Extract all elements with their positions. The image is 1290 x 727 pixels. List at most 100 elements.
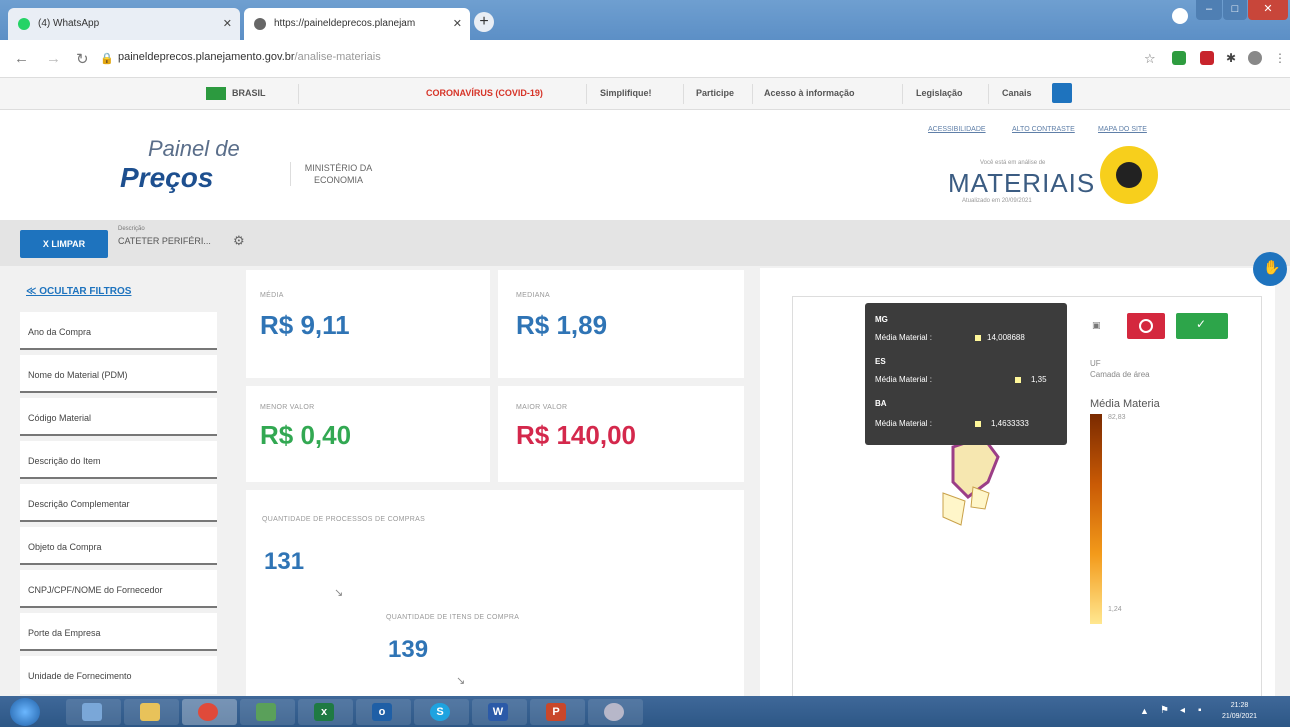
whatsapp-icon: [18, 18, 30, 30]
close-icon[interactable]: ✕: [223, 17, 232, 30]
close-icon[interactable]: ✕: [453, 17, 462, 30]
clear-filters-button[interactable]: X LIMPAR: [20, 230, 108, 258]
taskbar-app-outlook[interactable]: o: [356, 699, 411, 725]
divider: [683, 84, 684, 104]
browser-tab-bar: (4) WhatsApp ✕ https://paineldeprecos.pl…: [0, 0, 1290, 40]
new-tab-button[interactable]: +: [474, 12, 494, 32]
menor-valor-label: MENOR VALOR: [260, 404, 315, 411]
site-map-link[interactable]: MAPA DO SITE: [1098, 126, 1147, 133]
taskbar-app-explorer[interactable]: [66, 699, 121, 725]
profile-icon[interactable]: [1172, 8, 1188, 24]
divider: [752, 84, 753, 104]
filter-descricao-item[interactable]: Descrição do Item: [20, 441, 217, 479]
legend-max: 82,83: [1108, 414, 1126, 421]
accessibility-icon[interactable]: [1052, 83, 1072, 103]
menu-icon[interactable]: ⋮: [1274, 51, 1286, 65]
avatar[interactable]: [1248, 51, 1262, 65]
close-icon: [1139, 319, 1153, 333]
filter-fornecedor[interactable]: CNPJ/CPF/NOME do Fornecedor: [20, 570, 217, 608]
divider: [902, 84, 903, 104]
legend-swatch: [975, 335, 981, 341]
gov-brasil-link[interactable]: BRASIL: [232, 88, 266, 98]
start-button[interactable]: [10, 698, 40, 726]
theme-sun-icon[interactable]: [1100, 146, 1158, 204]
maximize-button[interactable]: □: [1223, 0, 1247, 20]
taskbar-app-network[interactable]: [240, 699, 295, 725]
extensions-icon[interactable]: ✱: [1226, 51, 1236, 65]
map-tooltip: MG Média Material : 14,008688 ES Média M…: [865, 303, 1067, 445]
brazil-flag-icon: [206, 87, 226, 100]
confirm-selection-button[interactable]: ✓: [1176, 313, 1228, 339]
filter-porte-empresa[interactable]: Porte da Empresa: [20, 613, 217, 651]
region-rj[interactable]: [970, 486, 990, 510]
tooltip-label: Média Material :: [875, 419, 932, 428]
gov-covid-link[interactable]: CORONAVÍRUS (COVID-19): [426, 88, 543, 98]
taskbar-app-chrome[interactable]: [182, 699, 237, 725]
pdf-icon[interactable]: [1200, 51, 1214, 65]
gov-canais-link[interactable]: Canais: [1002, 88, 1032, 98]
taskbar-app-skype[interactable]: S: [414, 699, 469, 725]
reload-icon[interactable]: ↻: [76, 50, 89, 68]
filter-nome-material[interactable]: Nome do Material (PDM): [20, 355, 217, 393]
gov-legislacao-link[interactable]: Legislação: [916, 88, 963, 98]
active-filters-bar: X LIMPAR Descrição CATETER PERIFÉRI... ⚙: [0, 220, 1290, 266]
tooltip-value: 14,008688: [987, 333, 1025, 342]
tray-arrow-icon[interactable]: ▲: [1140, 706, 1149, 716]
pie-icon: [1116, 162, 1142, 188]
map-menu-icon[interactable]: ▣: [1092, 320, 1101, 331]
taskbar-app-word[interactable]: W: [472, 699, 527, 725]
accessibility-fab[interactable]: ✋: [1253, 252, 1287, 286]
ministry-line1: MINISTÉRIO DA: [304, 163, 373, 173]
taskbar-app-excel[interactable]: x: [298, 699, 353, 725]
arrow-down-right-icon: ↘: [334, 587, 344, 599]
legend-uf-label: UF: [1090, 359, 1101, 368]
address-bar: ← → ↻ 🔒 paineldeprecos.planejamento.gov.…: [0, 40, 1290, 78]
taskbar-app-powerpoint[interactable]: P: [530, 699, 585, 725]
filter-unidade-fornecimento[interactable]: Unidade de Fornecimento: [20, 656, 217, 694]
taskbar-app-folder[interactable]: [124, 699, 179, 725]
gear-icon[interactable]: ⚙: [233, 233, 245, 249]
taskbar-app-snipping[interactable]: [588, 699, 643, 725]
ministry-line2: ECONOMIA: [313, 175, 363, 185]
star-icon[interactable]: ☆: [1144, 51, 1156, 67]
lock-icon: 🔒: [100, 53, 114, 65]
filter-descricao-complementar[interactable]: Descrição Complementar: [20, 484, 217, 522]
legend-swatch: [975, 421, 981, 427]
evernote-icon[interactable]: [1172, 51, 1186, 65]
map-legend-header: UF Camada de área: [1090, 358, 1150, 380]
chrome-icon: [198, 703, 218, 721]
filter-chip-value[interactable]: CATETER PERIFÉRI...: [118, 236, 211, 246]
window-close-button[interactable]: ✕: [1248, 0, 1288, 20]
updated-date: Atualizado em 20/09/2021: [962, 198, 1032, 204]
powerpoint-icon: P: [546, 703, 566, 721]
gov-participe-link[interactable]: Participe: [696, 88, 734, 98]
gov-acesso-link[interactable]: Acesso à informação: [764, 88, 855, 98]
filter-codigo-material[interactable]: Código Material: [20, 398, 217, 436]
maior-valor-card: MAIOR VALOR R$ 140,00: [498, 386, 744, 482]
tab-painel[interactable]: https://paineldeprecos.planejam ✕: [244, 8, 470, 40]
url-field[interactable]: paineldeprecos.planejamento.gov.br/anali…: [118, 51, 381, 63]
forward-icon[interactable]: →: [46, 50, 61, 67]
legend-swatch: [1015, 377, 1021, 383]
taskbar-clock[interactable]: 21:28 21/09/2021: [1222, 700, 1257, 722]
flag-icon[interactable]: ⚑: [1160, 705, 1169, 716]
qtd-processos-label: QUANTIDADE DE PROCESSOS DE COMPRAS: [262, 516, 426, 523]
volume-icon[interactable]: ◂: [1180, 705, 1185, 716]
divider: [586, 84, 587, 104]
clear-selection-button[interactable]: [1127, 313, 1165, 339]
tab-whatsapp[interactable]: (4) WhatsApp ✕: [8, 8, 240, 40]
legend-color-scale: [1090, 414, 1102, 624]
gov-simplifique-link[interactable]: Simplifique!: [600, 88, 652, 98]
tooltip-label: Média Material :: [875, 375, 932, 384]
filter-ano-compra[interactable]: Ano da Compra: [20, 312, 217, 350]
divider: [988, 84, 989, 104]
region-sp[interactable]: [942, 492, 966, 526]
minimize-button[interactable]: –: [1196, 0, 1222, 20]
high-contrast-link[interactable]: ALTO CONTRASTE: [1012, 126, 1075, 133]
filter-objeto-compra[interactable]: Objeto da Compra: [20, 527, 217, 565]
back-icon[interactable]: ←: [14, 50, 29, 67]
logo[interactable]: Preços: [120, 162, 213, 194]
accessibility-link[interactable]: ACESSIBILIDADE: [928, 126, 986, 133]
hide-filters-link[interactable]: ≪ OCULTAR FILTROS: [26, 286, 131, 297]
network-tray-icon[interactable]: ▪: [1198, 705, 1202, 716]
